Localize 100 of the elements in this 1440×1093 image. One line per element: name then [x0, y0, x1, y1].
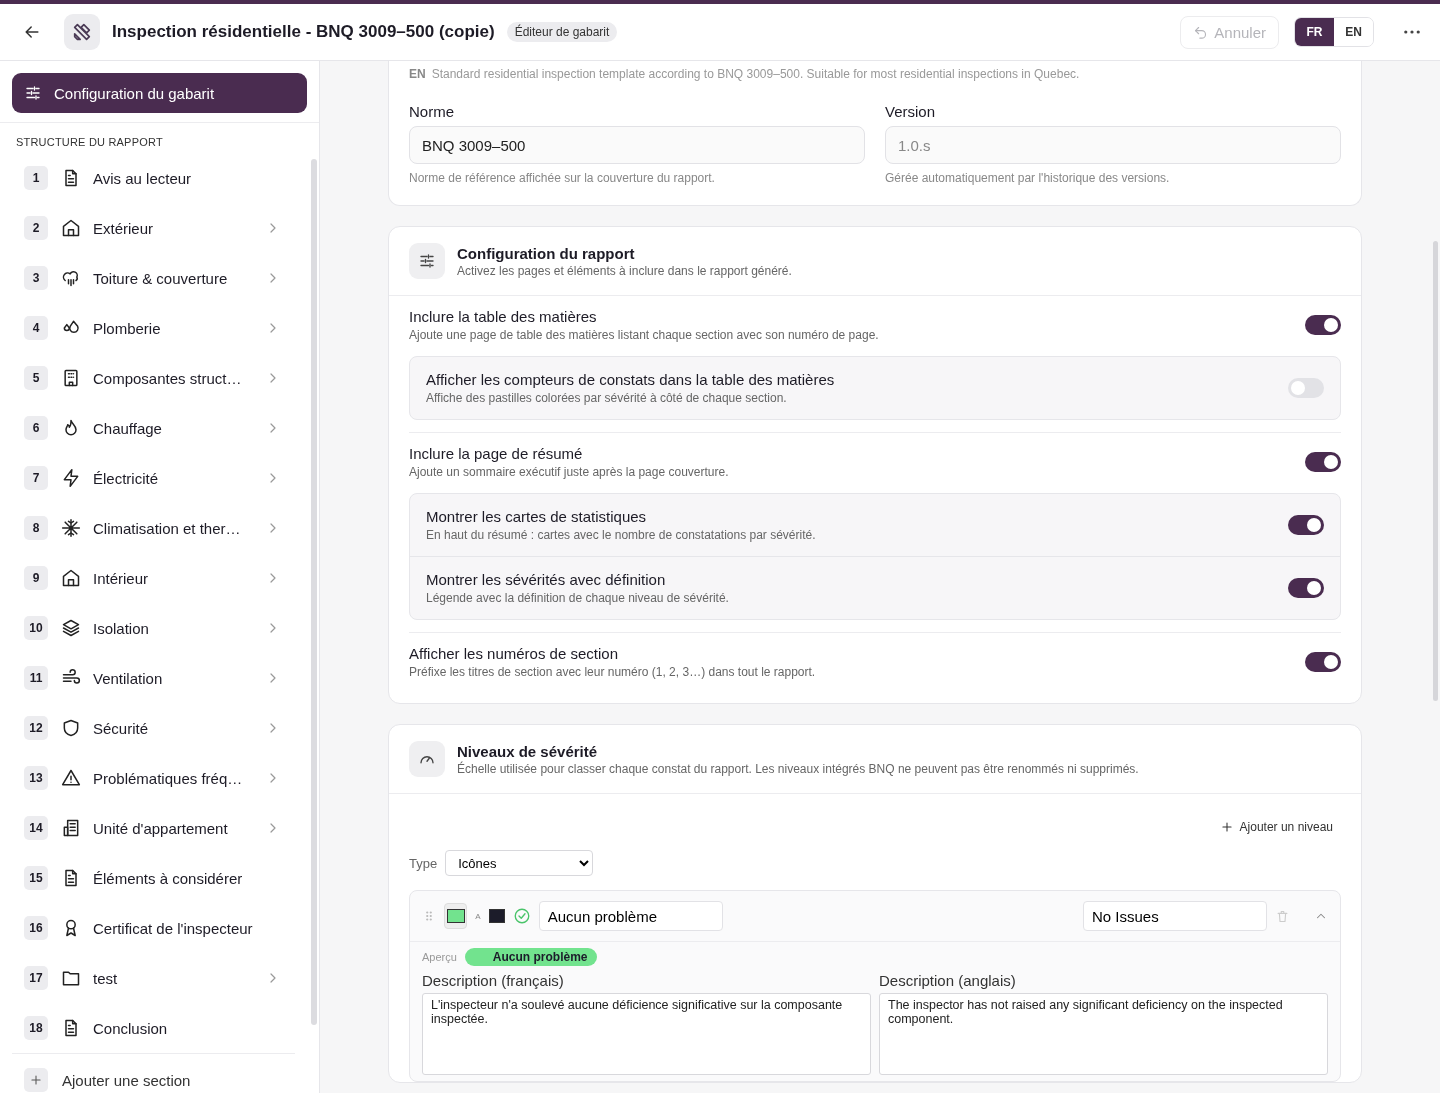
toggle-switch[interactable]	[1305, 452, 1341, 472]
house-icon	[61, 568, 81, 588]
section-number: 2	[24, 216, 48, 240]
toggle-switch[interactable]	[1305, 652, 1341, 672]
add-level-button[interactable]: Ajouter un niveau	[1211, 816, 1341, 838]
name-field[interactable]: No Issues	[1083, 901, 1267, 931]
option-description: Affiche des pastilles colorées par sévérité à côté de chaque section.	[426, 391, 788, 405]
section-number: 3	[24, 266, 48, 290]
language-tab[interactable]: FR	[1295, 18, 1334, 46]
section-item[interactable]: Chauffage	[93, 419, 265, 437]
section-item[interactable]: Composantes struct…	[93, 369, 265, 387]
section-number: 16	[24, 916, 48, 940]
snowflake-icon	[61, 518, 81, 538]
apartment-icon	[61, 818, 81, 838]
house-icon	[61, 218, 81, 238]
more-icon[interactable]	[1404, 30, 1420, 34]
text-color-swatch[interactable]	[488, 909, 505, 923]
option-description: Ajoute un sommaire exécutif juste après la page couverture.	[409, 465, 730, 479]
sliders-glyph-icon	[418, 252, 436, 270]
description-field[interactable]: The inspector has not raised any significant deficiency on the inspected component.	[879, 993, 1328, 1075]
check-circle-icon	[512, 907, 531, 925]
section-number: 9	[24, 566, 48, 590]
card-subtitle: Activez les pages et éléments à inclure dans le rapport généré.	[457, 263, 792, 278]
tools-icon	[71, 21, 93, 43]
plus-icon	[1219, 820, 1234, 834]
undo-icon	[1193, 24, 1209, 40]
toggle-switch[interactable]	[1305, 315, 1341, 335]
section-number: 15	[24, 866, 48, 890]
section-number: 4	[24, 316, 48, 340]
section-item[interactable]: Électricité	[93, 469, 265, 487]
field-label: Description (anglais)	[879, 972, 1017, 989]
section-number: 17	[24, 966, 48, 990]
section-number: 13	[24, 766, 48, 790]
option-description: Ajoute une page de table des matières listant chaque section avec son numéro de page.	[409, 328, 880, 342]
option-description: Légende avec la définition de chaque niveau de sévérité.	[426, 591, 730, 605]
building-icon	[61, 368, 81, 388]
page-title: Inspection résidentielle - BNQ 3009–500 (copie)	[112, 22, 495, 42]
section-item[interactable]: Extérieur	[93, 219, 265, 237]
lightning-icon	[61, 468, 81, 488]
section-item[interactable]: Certificat de l'inspecteur	[93, 919, 319, 937]
section-number: 7	[24, 466, 48, 490]
layers-icon	[61, 618, 81, 638]
cloud-rain-icon	[61, 268, 81, 288]
shield-icon	[61, 718, 81, 738]
preview-label: Aperçu	[422, 951, 457, 963]
type-label: Type	[409, 855, 438, 871]
section-number: 11	[24, 666, 48, 690]
text-color-label: A	[475, 911, 481, 921]
section-item[interactable]: Conclusion	[93, 1019, 319, 1037]
color-swatch[interactable]	[444, 903, 468, 929]
section-item[interactable]: Isolation	[93, 619, 265, 637]
section-number: 14	[24, 816, 48, 840]
section-number: 18	[24, 1016, 48, 1040]
toggle-switch[interactable]	[1288, 378, 1324, 398]
trash-icon	[1275, 908, 1290, 924]
section-heading: STRUCTURE DU RAPPORT	[15, 135, 164, 150]
sliders-icon	[24, 84, 42, 102]
folder-icon	[61, 968, 81, 988]
section-number: 12	[24, 716, 48, 740]
section-item[interactable]: Plomberie	[93, 319, 265, 337]
section-item[interactable]: Sécurité	[93, 719, 265, 737]
card-title: Niveaux de sévérité	[457, 742, 599, 760]
option-description: En haut du résumé : cartes avec le nombre de constatations par sévérité.	[426, 528, 817, 542]
section-item[interactable]: Ventilation	[93, 669, 265, 687]
name-field[interactable]: Aucun problème	[538, 901, 723, 931]
section-item[interactable]: Unité d'appartement	[93, 819, 265, 837]
section-number: 8	[24, 516, 48, 540]
option-label: Montrer les cartes de statistiques	[426, 508, 648, 525]
option-label: Inclure la page de résumé	[409, 445, 584, 462]
toggle-switch[interactable]	[1288, 515, 1324, 535]
field-label: Description (français)	[422, 972, 565, 989]
section-item[interactable]: Toiture & couverture	[93, 269, 265, 287]
section-number: 1	[24, 166, 48, 190]
section-number: 10	[24, 616, 48, 640]
add-section-link[interactable]: Ajouter une section	[62, 1071, 191, 1089]
section-item[interactable]: Avis au lecteur	[93, 169, 319, 187]
type-select[interactable]: Icônes	[445, 850, 594, 876]
option-label: Afficher les compteurs de constats dans la table des matières	[426, 371, 836, 388]
template-config-button[interactable]: Configuration du gabarit	[12, 73, 307, 113]
text-field[interactable]: BNQ 3009–500	[409, 126, 865, 164]
field-hint: Gérée automatiquement par l'historique des versions.	[885, 171, 1171, 185]
section-item[interactable]: test	[93, 969, 265, 987]
option-description: Préfixe les titres de section avec leur numéro (1, 2, 3…) dans tout le rapport.	[409, 665, 817, 679]
warning-icon	[61, 768, 81, 788]
section-item[interactable]: Problématiques fréq…	[93, 769, 265, 787]
editor-badge: Éditeur de gabarit	[506, 22, 618, 42]
section-number: 5	[24, 366, 48, 390]
severity-pill: Aucun problème	[464, 948, 597, 966]
scrollbar[interactable]	[311, 159, 317, 1025]
scrollbar[interactable]	[1433, 241, 1438, 701]
option-label: Inclure la table des matières	[409, 308, 598, 325]
toggle-switch[interactable]	[1288, 578, 1324, 598]
card-subtitle: Échelle utilisée pour classer chaque constat du rapport. Les niveaux intégrés BNQ ne peuvent pas être renommés ni supprimés.	[457, 761, 1139, 776]
section-item[interactable]: Éléments à considérer	[93, 869, 319, 887]
section-item[interactable]: Intérieur	[93, 569, 265, 587]
field-hint: Norme de référence affichée sur la couverture du rapport.	[409, 171, 716, 185]
description-field[interactable]: L'inspecteur n'a soulevé aucune déficience significative sur la composante inspectée.	[422, 993, 871, 1075]
field-label: Version	[885, 103, 937, 120]
section-item[interactable]: Climatisation et ther…	[93, 519, 265, 537]
section-number: 6	[24, 416, 48, 440]
